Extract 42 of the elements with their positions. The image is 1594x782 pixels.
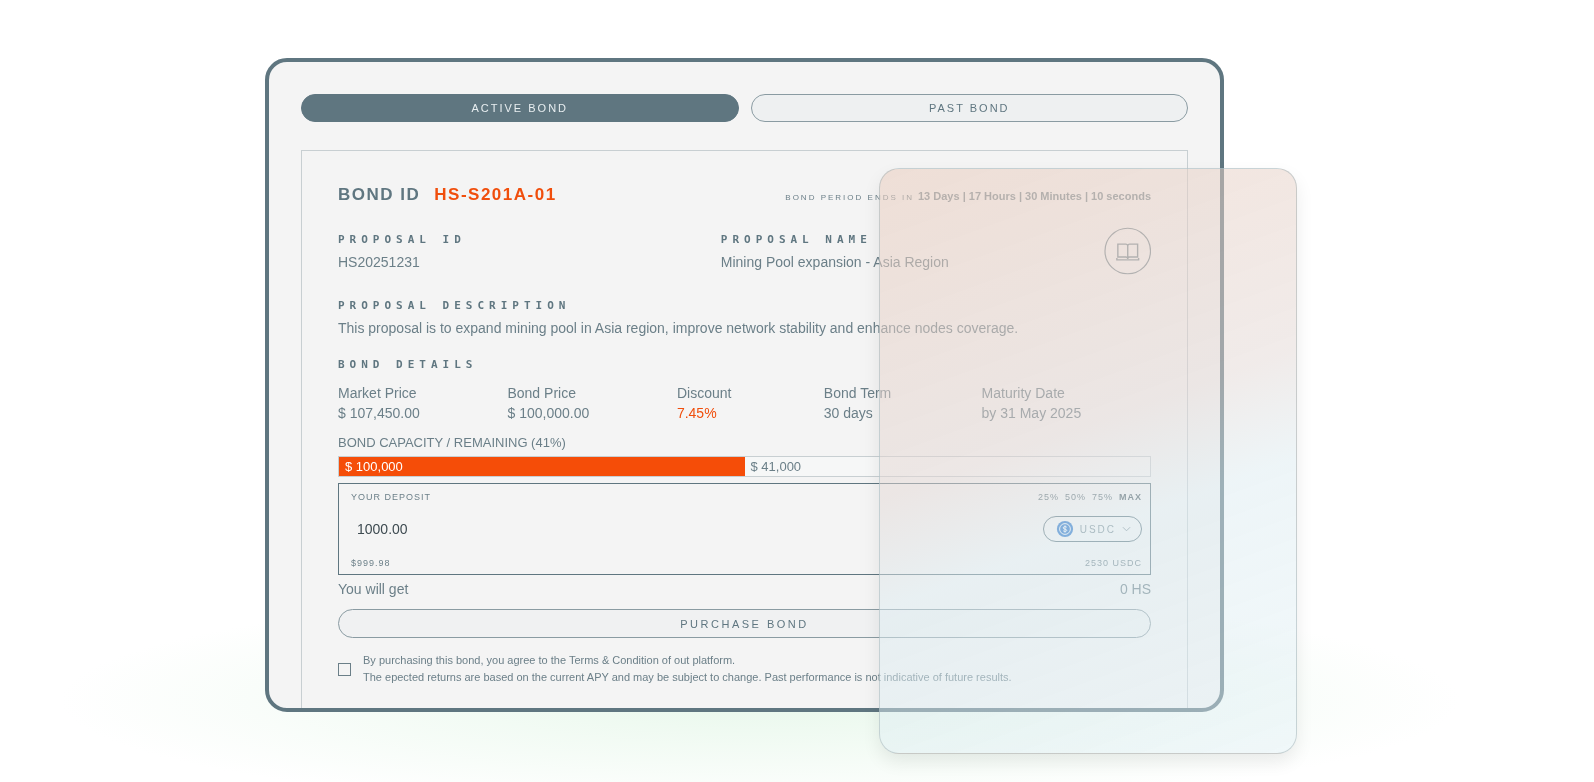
description-label: PROPOSAL DESCRIPTION bbox=[338, 299, 572, 312]
proposal-id: HS20251231 bbox=[338, 254, 421, 270]
balance: 2530 USDC bbox=[1084, 558, 1142, 568]
detail-value: $ 100,000.00 bbox=[507, 405, 591, 421]
receive-label: You will get bbox=[338, 581, 409, 597]
preset-button[interactable]: 50% bbox=[1064, 492, 1086, 502]
detail-label: Discount bbox=[676, 385, 733, 401]
bond-details-heading: BOND DETAILS bbox=[338, 358, 479, 371]
capacity-label: BOND CAPACITY / REMAINING (41%) bbox=[338, 435, 567, 450]
detail-value: by 31 May 2025 bbox=[981, 405, 1083, 421]
period-countdown: 13 Days | 17 Hours | 30 Minutes | 10 seconds bbox=[918, 190, 1151, 202]
proposal-name: Mining Pool expansion - Asia Region bbox=[720, 254, 950, 270]
capacity-amount: $ 100,000 bbox=[345, 459, 403, 474]
detail-label: Bond Term bbox=[823, 385, 893, 401]
purchase-button[interactable]: PURCHASE BOND bbox=[338, 609, 1151, 638]
deposit-label: YOUR DEPOSIT bbox=[351, 492, 431, 502]
proposal-id-label: PROPOSAL ID bbox=[338, 233, 467, 246]
coin-icon bbox=[1055, 520, 1074, 538]
amount-input[interactable]: 1000.00 bbox=[351, 521, 563, 537]
detail-label: Market Price bbox=[338, 385, 418, 401]
proposal-name-label: PROPOSAL NAME bbox=[720, 233, 873, 246]
chevron-icon bbox=[1122, 526, 1131, 532]
detail-label: Maturity Date bbox=[981, 385, 1066, 401]
preset-button[interactable]: 75% bbox=[1092, 492, 1113, 502]
preset-button[interactable]: MAX bbox=[1119, 492, 1142, 502]
agreement-text: By purchasing this bond, you agree to the Terms & Condition of out platform. bbox=[363, 653, 737, 668]
receive-amount: 0 HS bbox=[1119, 581, 1151, 597]
detail-value: $ 107,450.00 bbox=[338, 405, 421, 421]
agreement-checkbox[interactable] bbox=[338, 662, 351, 676]
proposal-description: This proposal is to expand mining pool in Asia region, improve network stability and enhance nodes coverage. bbox=[338, 320, 1020, 336]
tab[interactable]: PAST BOND bbox=[750, 94, 1188, 122]
detail-value: 7.45% bbox=[676, 405, 718, 421]
tab[interactable]: ACTIVE BOND bbox=[301, 94, 739, 122]
remaining-amount: $ 41,000 bbox=[750, 459, 802, 474]
usd-value: $999.98 bbox=[351, 558, 391, 568]
period-label: BOND PERIOD ENDS IN bbox=[785, 193, 914, 202]
detail-label: Bond Price bbox=[507, 385, 577, 401]
preset-button[interactable]: 25% bbox=[1037, 492, 1059, 502]
agreement-text: The epected returns are based on the current APY and may be subject to change. Past performance is not indicative of future results. bbox=[363, 670, 1012, 685]
bond-id: HS-S201A-01 bbox=[434, 185, 557, 204]
detail-value: 30 days bbox=[823, 405, 874, 421]
bond-id-label: BOND ID bbox=[338, 185, 421, 204]
